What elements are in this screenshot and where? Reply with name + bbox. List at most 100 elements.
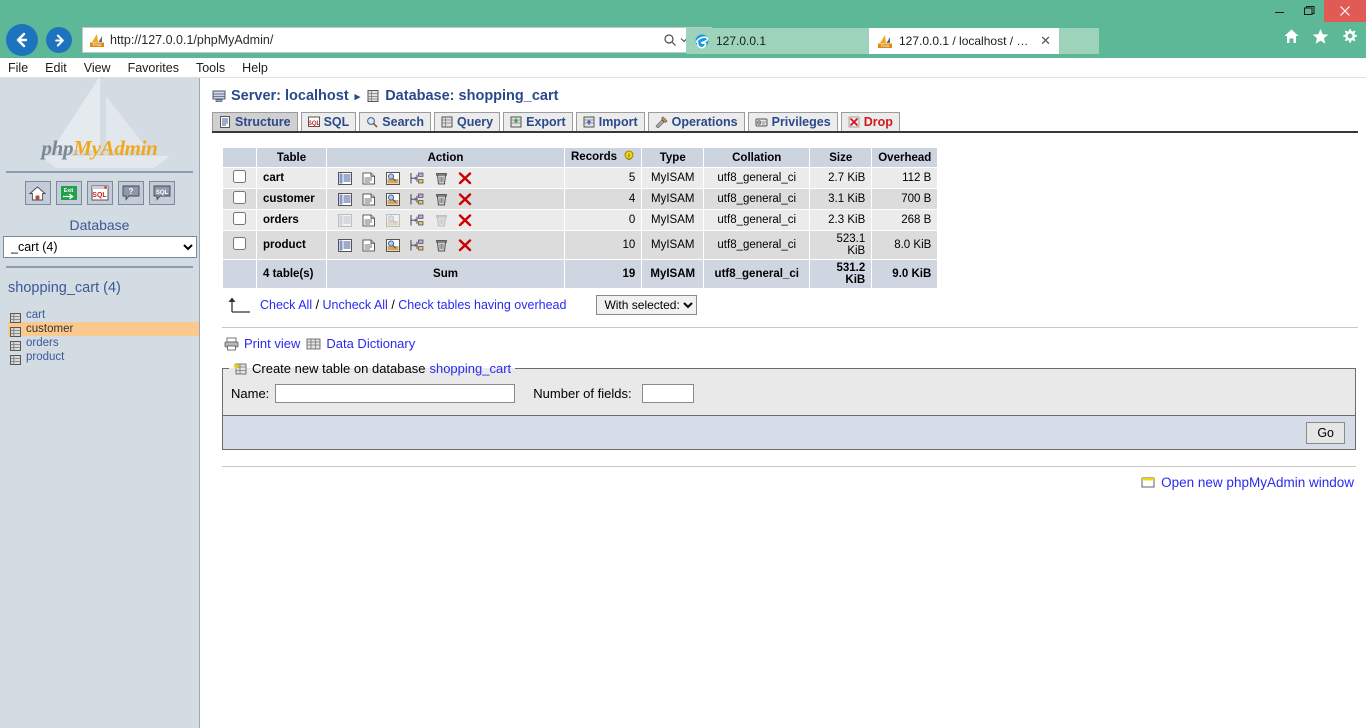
th-overhead[interactable]: Overhead	[871, 147, 939, 168]
tab-search[interactable]: Search	[359, 112, 431, 131]
menu-bar: File Edit View Favorites Tools Help	[0, 58, 1366, 78]
insert-icon[interactable]	[409, 193, 425, 206]
server-icon	[212, 89, 226, 103]
sql-icon[interactable]: SQL	[86, 181, 113, 205]
browser-tab-1[interactable]: 127.0.0.1	[686, 28, 869, 54]
tab-sql[interactable]: SQL SQL	[300, 112, 357, 131]
th-records[interactable]: Records i	[563, 147, 643, 168]
insert-icon[interactable]	[409, 172, 425, 185]
sidebar-table-orders[interactable]: orders	[8, 336, 199, 351]
breadcrumb-server[interactable]: Server: localhost	[231, 88, 349, 104]
browse-icon[interactable]	[337, 171, 353, 185]
data-dictionary-link[interactable]: Data Dictionary	[326, 336, 415, 351]
home-icon[interactable]	[1283, 28, 1300, 45]
tab-query[interactable]: Query	[433, 112, 501, 131]
empty-icon[interactable]	[433, 239, 449, 252]
insert-icon[interactable]	[409, 214, 425, 227]
structure-icon[interactable]	[361, 172, 377, 185]
create-table-body: Name: Number of fields:	[223, 376, 1355, 415]
row-table-name[interactable]: product	[256, 230, 327, 260]
minimize-button[interactable]	[1264, 0, 1294, 22]
structure-icon[interactable]	[361, 214, 377, 227]
forward-button[interactable]	[46, 27, 72, 53]
new-window-icon	[1141, 476, 1155, 489]
browse-icon[interactable]	[337, 238, 353, 252]
menu-favorites[interactable]: Favorites	[128, 61, 179, 75]
sidebar-table-cart[interactable]: cart	[8, 308, 199, 323]
menu-tools[interactable]: Tools	[196, 61, 225, 75]
open-new-window-link[interactable]: Open new phpMyAdmin window	[1161, 475, 1354, 490]
th-collation[interactable]: Collation	[703, 147, 811, 168]
empty-icon[interactable]	[433, 193, 449, 206]
check-overhead-link[interactable]: Check tables having overhead	[398, 298, 566, 312]
close-tab-icon[interactable]: ✕	[1040, 33, 1051, 49]
insert-icon[interactable]	[409, 239, 425, 252]
browser-tab-2[interactable]: PMA 127.0.0.1 / localhost / shop... ✕	[869, 28, 1059, 54]
row-checkbox[interactable]	[233, 237, 246, 250]
main-content: Server: localhost ▸ Database: shopping_c…	[200, 78, 1366, 728]
structure-icon[interactable]	[361, 239, 377, 252]
create-legend-db[interactable]: shopping_cart	[429, 361, 511, 376]
tab-drop[interactable]: Drop	[840, 112, 900, 131]
navigation-row: PMA http://127.0.0.1/phpMyAdmin/	[0, 24, 1366, 56]
fields-count-input[interactable]	[641, 384, 694, 403]
structure-icon[interactable]	[361, 193, 377, 206]
row-checkbox[interactable]	[233, 212, 246, 225]
with-selected-select[interactable]: With selected:	[596, 295, 698, 315]
search-icon[interactable]	[385, 238, 401, 252]
row-size: 2.7 KiB	[809, 167, 873, 189]
menu-view[interactable]: View	[84, 61, 111, 75]
database-select[interactable]: _cart (4)	[3, 236, 197, 258]
th-table[interactable]: Table	[256, 147, 327, 168]
address-bar[interactable]: PMA http://127.0.0.1/phpMyAdmin/	[82, 27, 712, 53]
drop-icon[interactable]	[457, 171, 473, 185]
table-row: orders 0 MyISAM utf8_general_ci 2.3 KiB …	[222, 209, 939, 231]
tab-import[interactable]: Import	[575, 112, 645, 131]
star-icon[interactable]	[1312, 28, 1329, 45]
search-icon[interactable]	[385, 171, 401, 185]
menu-edit[interactable]: Edit	[45, 61, 67, 75]
check-all-link[interactable]: Check All	[260, 298, 312, 312]
breadcrumb-database[interactable]: Database: shopping_cart	[385, 88, 558, 104]
sidebar-table-customer[interactable]: customer	[8, 322, 199, 337]
exit-icon[interactable]: Exit	[55, 181, 82, 205]
row-actions	[326, 230, 565, 260]
tab-privileges[interactable]: Privileges	[747, 112, 838, 131]
th-size[interactable]: Size	[809, 147, 873, 168]
empty-icon[interactable]	[433, 172, 449, 185]
restore-button[interactable]	[1294, 0, 1324, 22]
close-window-button[interactable]	[1324, 0, 1366, 22]
help-icon[interactable]: ?	[117, 181, 144, 205]
new-tab-button[interactable]	[1059, 28, 1099, 54]
svg-text:Exit: Exit	[63, 188, 73, 194]
sep-2: /	[387, 298, 399, 312]
info-bulb-icon: i	[623, 150, 635, 165]
tab-operations[interactable]: Operations	[647, 112, 745, 131]
row-table-name[interactable]: cart	[256, 167, 327, 189]
gear-icon[interactable]	[1341, 28, 1358, 45]
row-checkbox[interactable]	[233, 170, 246, 183]
drop-icon[interactable]	[457, 213, 473, 227]
tab-structure[interactable]: Structure	[212, 112, 298, 131]
sql-query-window-icon[interactable]: SQL	[148, 181, 175, 205]
back-button[interactable]	[6, 24, 38, 56]
menu-help[interactable]: Help	[242, 61, 268, 75]
home-icon[interactable]	[24, 181, 51, 205]
drop-icon[interactable]	[457, 238, 473, 252]
drop-icon[interactable]	[457, 192, 473, 206]
table-name-input[interactable]	[275, 384, 516, 403]
row-table-name[interactable]: customer	[256, 188, 327, 210]
browse-icon[interactable]	[337, 192, 353, 206]
menu-file[interactable]: File	[8, 61, 28, 75]
th-type[interactable]: Type	[641, 147, 705, 168]
row-checkbox[interactable]	[233, 191, 246, 204]
uncheck-all-link[interactable]: Uncheck All	[323, 298, 388, 312]
sidebar-table-product[interactable]: product	[8, 350, 199, 365]
address-text[interactable]: http://127.0.0.1/phpMyAdmin/	[110, 33, 663, 47]
search-icon[interactable]	[385, 192, 401, 206]
print-view-link[interactable]: Print view	[244, 336, 300, 351]
search-icon[interactable]	[663, 33, 677, 47]
tab-export[interactable]: Export	[503, 112, 573, 131]
go-button[interactable]: Go	[1306, 421, 1345, 444]
row-table-name[interactable]: orders	[256, 209, 327, 231]
